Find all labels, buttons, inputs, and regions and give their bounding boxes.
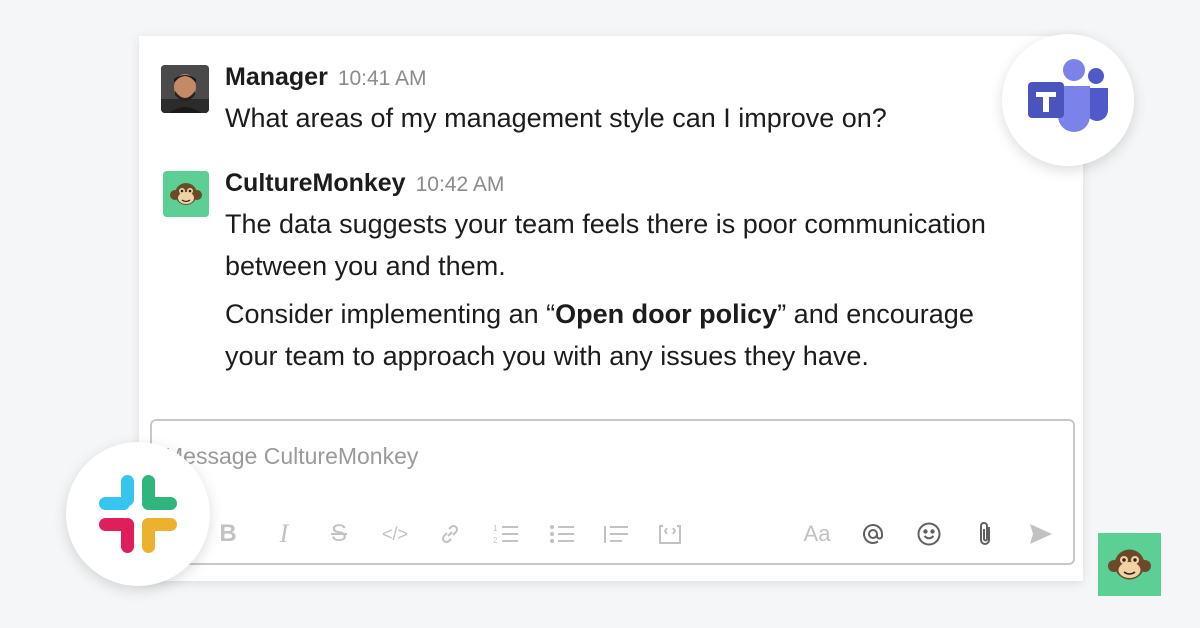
blockquote-icon[interactable] [600, 516, 632, 552]
mention-icon[interactable] [858, 516, 888, 552]
code-icon[interactable]: </> [379, 516, 411, 552]
culturemonkey-logo [1098, 533, 1161, 596]
message-composer[interactable]: Message CultureMonkey B I S </> 12 Aa [150, 419, 1075, 565]
message-text-line-1: The data suggests your team feels there … [225, 209, 986, 239]
sender-name[interactable]: CultureMonkey [225, 169, 406, 197]
strikethrough-icon[interactable]: S [324, 516, 354, 552]
ordered-list-icon[interactable]: 12 [490, 516, 522, 552]
svg-text:2: 2 [493, 536, 498, 545]
slack-logo [66, 442, 210, 586]
send-icon[interactable] [1026, 516, 1056, 552]
bold-phrase: Open door policy [555, 299, 778, 329]
message-timestamp[interactable]: 10:42 AM [416, 173, 505, 196]
microsoft-teams-logo [1002, 34, 1134, 166]
manager-avatar[interactable] [161, 65, 209, 113]
message-text-line-3: Consider implementing an “Open door poli… [225, 293, 974, 335]
message-text-line-2: between you and them. [225, 251, 506, 281]
format-icon[interactable]: Aa [799, 516, 835, 552]
formatting-toolbar: B I S </> 12 Aa [214, 516, 1059, 552]
code-block-icon[interactable] [654, 516, 686, 552]
svg-text:1: 1 [493, 524, 498, 533]
bulleted-list-icon[interactable] [546, 516, 578, 552]
bold-icon[interactable]: B [214, 516, 242, 552]
message-text: What areas of my management style can I … [225, 103, 887, 133]
emoji-icon[interactable] [914, 516, 944, 552]
italic-icon[interactable]: I [270, 516, 298, 552]
chat-panel: Manager 10:41 AM What areas of my managem… [139, 36, 1083, 581]
message-text-line-4: your team to approach you with any issue… [225, 341, 869, 371]
sender-name[interactable]: Manager [225, 63, 328, 91]
link-icon[interactable] [435, 516, 465, 552]
culturemonkey-avatar[interactable] [163, 171, 209, 217]
text-segment: Consider implementing an “ [225, 299, 556, 329]
attachment-icon[interactable] [971, 516, 999, 552]
text-segment: ” and encourage [777, 299, 974, 329]
message-timestamp[interactable]: 10:41 AM [338, 67, 427, 90]
